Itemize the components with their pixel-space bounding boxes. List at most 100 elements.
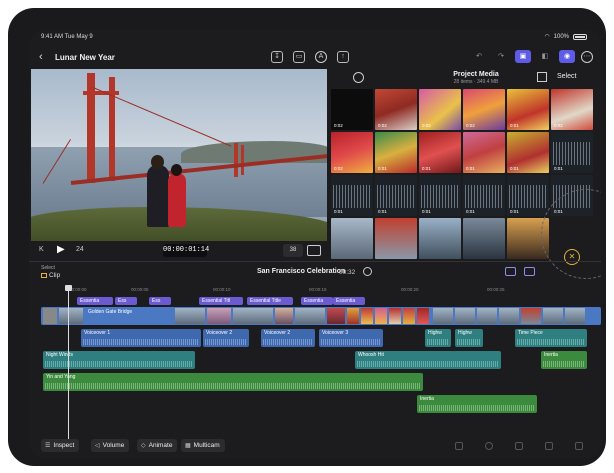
media-thumb[interactable]: 0:02	[331, 89, 373, 130]
video-clip-thumb	[275, 308, 293, 324]
inspector-button[interactable]: ◉	[559, 50, 575, 63]
inspect-icon: ☰	[45, 443, 51, 449]
media-thumb[interactable]: 0:02	[551, 89, 593, 130]
more-icon[interactable]: ⋯	[581, 50, 593, 63]
volume-button[interactable]: ◁ Volume	[91, 439, 130, 452]
media-thumb[interactable]	[331, 218, 373, 259]
inspect-button[interactable]: ☰ Inspect	[41, 439, 80, 452]
bridge-tower-right-b	[241, 145, 244, 175]
title-clip[interactable]: Essentia	[77, 297, 113, 305]
music-clip[interactable]: Inertia	[541, 351, 587, 369]
audio-lanes-icon[interactable]	[524, 267, 535, 276]
video-clip-thumb	[361, 308, 373, 324]
person-woman	[168, 173, 186, 227]
soundtrack-clip[interactable]: Yin and Yang	[43, 373, 423, 391]
info-icon[interactable]	[363, 267, 372, 276]
share-icon[interactable]: ↑	[337, 51, 349, 63]
video-clip-thumb	[43, 308, 57, 324]
audio-thumb[interactable]: 0:01	[507, 175, 549, 216]
video-clip-thumb	[375, 308, 387, 324]
browser-subtitle: 28 items · 349.4 MB	[453, 79, 499, 85]
frame-rate[interactable]: 24	[76, 246, 84, 253]
video-clip-thumb	[543, 308, 563, 324]
media-thumb[interactable]: 0:01	[463, 132, 505, 173]
title-clip[interactable]: Essentia	[301, 297, 333, 305]
audio-thumb[interactable]: 0:01	[463, 175, 505, 216]
undo-icon[interactable]: ↶	[471, 50, 487, 63]
browser-title: Project Media	[453, 71, 499, 78]
video-clip-thumb	[477, 308, 497, 324]
title-clip[interactable]: Essential Titl	[199, 297, 243, 305]
video-clip-thumb	[233, 308, 273, 324]
media-thumb[interactable]: 0:01	[507, 132, 549, 173]
filter-icon[interactable]	[353, 72, 364, 83]
effects-button[interactable]: ◧	[537, 50, 553, 63]
title-clip[interactable]: Ess	[149, 297, 171, 305]
person-man	[147, 165, 169, 227]
music-clip[interactable]: Highw	[425, 329, 451, 347]
video-clip-thumb	[327, 308, 345, 324]
media-thumb[interactable]: 0:02	[331, 132, 373, 173]
soundtrack-clip[interactable]: Inertia	[417, 395, 537, 413]
media-browser-button[interactable]: ▣	[515, 50, 531, 63]
title-clip[interactable]: Essential Title	[247, 297, 293, 305]
frame-back-icon[interactable]: K	[39, 246, 44, 253]
select-button[interactable]: Select	[557, 73, 576, 80]
audio-thumb[interactable]: 0:01	[419, 175, 461, 216]
multicam-button[interactable]: ▦ Multicam	[181, 439, 225, 452]
media-thumb[interactable]	[419, 218, 461, 259]
camera-icon[interactable]: ▭	[293, 51, 305, 63]
zoom-level[interactable]: 38	[283, 244, 303, 257]
media-thumb[interactable]	[463, 218, 505, 259]
select-mode-label: Select	[41, 265, 55, 271]
speed-icon[interactable]	[485, 442, 493, 450]
video-clip-thumb	[433, 308, 453, 324]
redo-icon[interactable]: ↷	[493, 50, 509, 63]
primary-storyline[interactable]: Golden Gate Bridge	[41, 307, 601, 325]
voiceover-clip[interactable]: Voiceover 3	[319, 329, 383, 347]
delete-icon[interactable]	[575, 442, 583, 450]
media-thumb[interactable]: 0:02	[419, 89, 461, 130]
detach-icon[interactable]	[515, 442, 523, 450]
volume-icon: ◁	[95, 443, 100, 449]
battery-percent: 100%	[553, 33, 569, 40]
fullscreen-icon[interactable]	[307, 245, 321, 256]
snapping-icon[interactable]	[505, 267, 516, 276]
video-clip-thumb	[565, 308, 585, 324]
title-clip[interactable]: Essentia	[333, 297, 365, 305]
playhead[interactable]	[65, 285, 72, 445]
duplicate-icon[interactable]	[545, 442, 553, 450]
music-clip[interactable]: Night Winds	[43, 351, 195, 369]
voiceover-clip[interactable]: Voiceover 2	[203, 329, 249, 347]
animate-button[interactable]: ◇ Animate	[137, 439, 178, 452]
play-button[interactable]: ▶	[57, 244, 65, 255]
clip-mode-button[interactable]: Clip	[41, 272, 60, 279]
media-thumb[interactable]: 0:01	[419, 132, 461, 173]
audio-thumb[interactable]: 0:01	[375, 175, 417, 216]
voiceover-clip[interactable]: Voiceover 1	[81, 329, 201, 347]
music-clip[interactable]: Highw	[455, 329, 483, 347]
audio-thumb[interactable]: 0:01	[331, 175, 373, 216]
media-thumb[interactable]: 0:01	[507, 89, 549, 130]
voiceover-clip[interactable]: Voiceover 2	[261, 329, 315, 347]
video-viewer[interactable]	[31, 69, 327, 241]
media-thumb[interactable]: 0:01	[375, 132, 417, 173]
music-clip[interactable]: Time Piece	[515, 329, 587, 347]
multicam-icon: ▦	[185, 443, 191, 449]
media-thumb[interactable]	[375, 218, 417, 259]
title-clip[interactable]: Ess	[115, 297, 137, 305]
split-icon[interactable]	[455, 442, 463, 450]
back-button[interactable]: ‹	[39, 51, 43, 63]
media-thumb[interactable]: 0:02	[375, 89, 417, 130]
person-woman-head	[171, 164, 182, 176]
import-icon[interactable]: ↧	[271, 51, 283, 63]
audio-thumb[interactable]: 0:01	[551, 132, 593, 173]
timeline-duration: 00:32	[339, 269, 356, 276]
timeline-ruler[interactable]: 00:00:00 00:00:05 00:00:10 00:00:15 00:0…	[29, 285, 601, 295]
voiceover-icon[interactable]: A	[315, 51, 327, 63]
video-clip-thumb	[455, 308, 475, 324]
media-thumb[interactable]: 0:02	[463, 89, 505, 130]
grid-view-icon[interactable]	[537, 72, 547, 82]
music-clip[interactable]: Whoosh Hit	[355, 351, 501, 369]
media-browser: Project Media 28 items · 349.4 MB Select…	[331, 69, 601, 279]
